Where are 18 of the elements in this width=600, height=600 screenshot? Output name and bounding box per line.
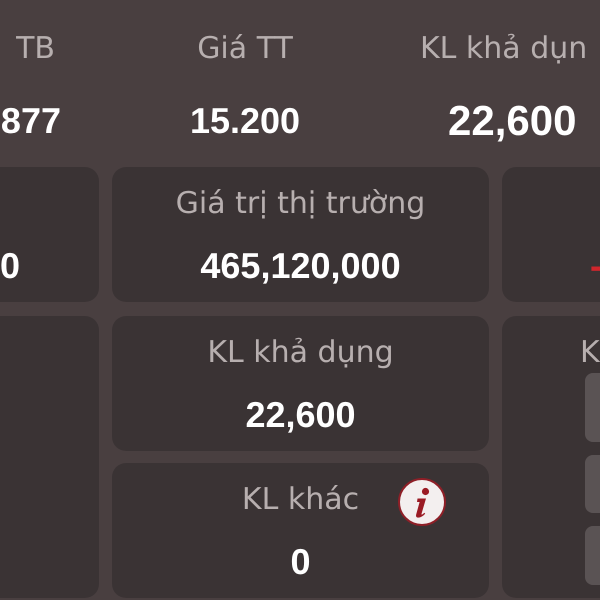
stat-label: Giá TT xyxy=(197,30,293,68)
card-value: 0 xyxy=(0,244,20,288)
stat-label: TB xyxy=(16,30,55,68)
card-label: Giá trị thị trường xyxy=(176,185,426,223)
input-field[interactable] xyxy=(585,373,600,442)
input-field[interactable] xyxy=(585,526,600,585)
card-label: K xyxy=(580,334,600,372)
card-value: 22,600 xyxy=(245,393,356,437)
stat-value: 15.200 xyxy=(190,99,300,143)
stat-value: 877 xyxy=(0,99,61,143)
input-field[interactable] xyxy=(585,455,600,513)
card-value: 465,120,000 xyxy=(200,244,401,288)
card-label: KL khác xyxy=(242,481,360,519)
card-label: KL khả dụng xyxy=(207,334,394,372)
stat-label: KL khả dụn xyxy=(420,30,588,68)
info-icon[interactable] xyxy=(398,478,446,526)
stat-value: 22,600 xyxy=(448,99,576,143)
card-value: 0 xyxy=(290,540,311,584)
